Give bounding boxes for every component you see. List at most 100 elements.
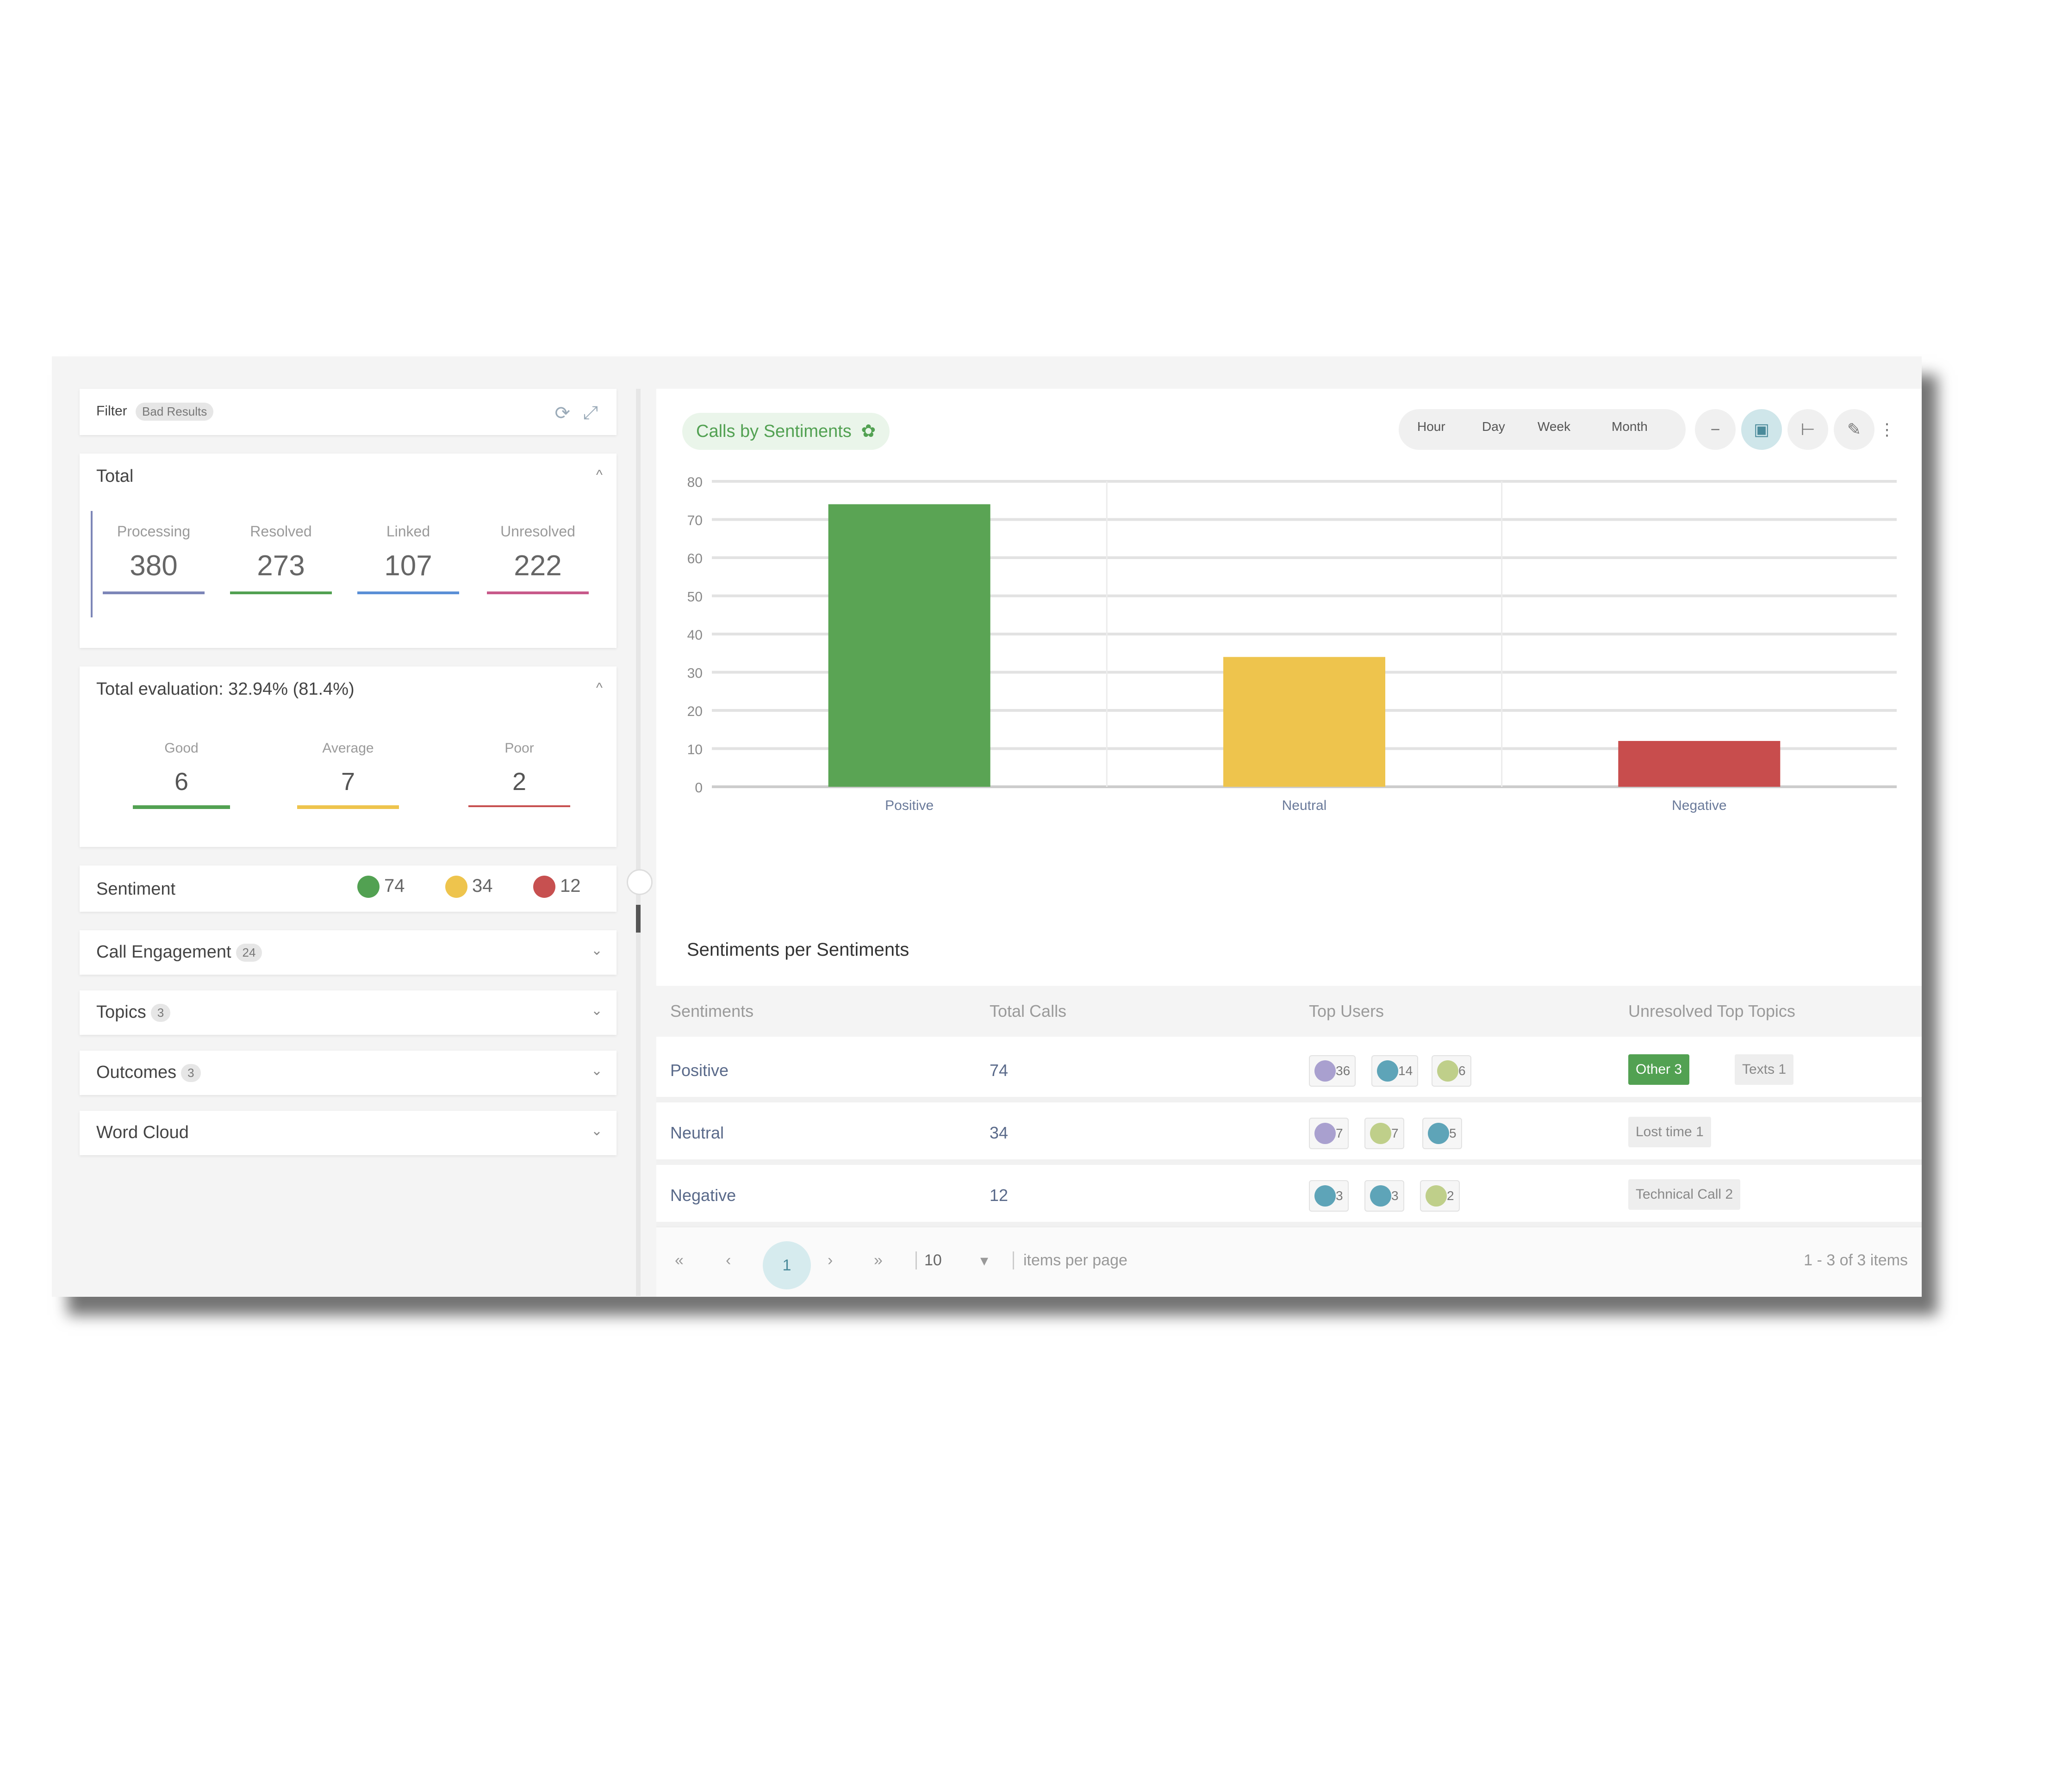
stat-unresolved[interactable]: Unresolved 222 bbox=[487, 523, 589, 594]
column-header[interactable]: Sentiments bbox=[670, 1002, 754, 1021]
user-chip[interactable]: 3 bbox=[1364, 1180, 1404, 1212]
share-icon[interactable]: ⤢ bbox=[583, 403, 598, 423]
refresh-icon[interactable]: ⟳ bbox=[554, 403, 570, 424]
chevron-up-icon[interactable]: ^ bbox=[596, 680, 603, 696]
user-chip[interactable]: 14 bbox=[1371, 1055, 1419, 1087]
topic-chip[interactable]: Technical Call 2 bbox=[1628, 1179, 1741, 1210]
topic-chip[interactable]: Lost time 1 bbox=[1628, 1117, 1711, 1147]
x-tick-label: Neutral bbox=[1282, 798, 1327, 813]
collapsed-card-word-cloud[interactable]: Word Cloud ⌄ bbox=[80, 1111, 616, 1155]
panel-splitter[interactable] bbox=[636, 389, 641, 1296]
week-button[interactable]: Week bbox=[1538, 419, 1570, 434]
sentiment-positive[interactable]: 74 bbox=[357, 876, 405, 898]
bar-neutral[interactable] bbox=[1223, 657, 1385, 787]
edit-icon[interactable]: ✎ bbox=[1834, 409, 1874, 450]
user-chip[interactable]: 5 bbox=[1422, 1118, 1462, 1149]
user-count: 7 bbox=[1336, 1126, 1343, 1140]
user-count: 5 bbox=[1449, 1126, 1457, 1140]
filter-badge[interactable]: Bad Results bbox=[136, 403, 214, 421]
x-tick-label: Positive bbox=[885, 798, 934, 813]
collapsed-card-outcomes[interactable]: Outcomes 3 ⌄ bbox=[80, 1051, 616, 1095]
bar-positive[interactable] bbox=[828, 504, 990, 787]
smile-icon bbox=[357, 876, 380, 898]
eval-value: 2 bbox=[512, 768, 527, 796]
avatar bbox=[1370, 1123, 1391, 1144]
stat-linked[interactable]: Linked 107 bbox=[357, 523, 459, 594]
current-page-button[interactable]: 1 bbox=[763, 1241, 811, 1289]
hour-button[interactable]: Hour bbox=[1417, 419, 1445, 434]
column-header[interactable]: Unresolved Top Topics bbox=[1628, 1002, 1795, 1021]
topic-label: Other bbox=[1636, 1062, 1671, 1077]
user-count: 3 bbox=[1336, 1188, 1343, 1203]
topic-chip[interactable]: Texts 1 bbox=[1735, 1054, 1794, 1085]
evaluation-card: Total evaluation: 32.94% (81.4%) ^ Good … bbox=[80, 666, 616, 847]
cell-total-calls: 12 bbox=[990, 1186, 1009, 1205]
app-window: Filter Bad Results ⟳ ⤢ Total ^ Processin… bbox=[52, 356, 1922, 1297]
chevron-down-icon[interactable]: ⌄ bbox=[591, 942, 603, 958]
chevron-down-icon[interactable]: ⌄ bbox=[591, 1002, 603, 1019]
stat-resolved[interactable]: Resolved 273 bbox=[230, 523, 332, 594]
sentiment-neutral[interactable]: 34 bbox=[445, 876, 493, 898]
page-size-select[interactable]: 10 bbox=[915, 1251, 942, 1269]
stat-underline bbox=[103, 591, 205, 594]
user-chip[interactable]: 7 bbox=[1309, 1118, 1349, 1149]
table-row[interactable]: Neutral 34 7 7 5 Lost time 1 bbox=[656, 1104, 1922, 1165]
bars-icon[interactable]: ⊢ bbox=[1787, 409, 1828, 450]
chevron-down-icon[interactable]: ⌄ bbox=[591, 1063, 603, 1079]
user-count: 2 bbox=[1447, 1188, 1454, 1203]
cell-sentiment[interactable]: Neutral bbox=[670, 1123, 724, 1143]
user-chip[interactable]: 2 bbox=[1420, 1180, 1460, 1212]
left-panel: Filter Bad Results ⟳ ⤢ Total ^ Processin… bbox=[80, 389, 616, 1296]
count-badge: 24 bbox=[236, 944, 262, 962]
chevron-up-icon[interactable]: ^ bbox=[596, 467, 603, 483]
splitter-handle[interactable] bbox=[627, 869, 653, 895]
avatar bbox=[1370, 1185, 1391, 1207]
collapsed-card-engagement[interactable]: Call Engagement 24 ⌄ bbox=[80, 930, 616, 975]
cell-sentiment[interactable]: Negative bbox=[670, 1186, 736, 1205]
cell-sentiment[interactable]: Positive bbox=[670, 1061, 729, 1080]
stat-label: Processing bbox=[117, 523, 191, 540]
user-count: 36 bbox=[1336, 1064, 1351, 1078]
chevron-down-icon[interactable]: ⌄ bbox=[591, 1123, 603, 1139]
eval-value: 7 bbox=[341, 768, 355, 796]
prev-page-icon[interactable]: ‹ bbox=[726, 1251, 731, 1269]
sentiment-card[interactable]: Sentiment 74 34 12 bbox=[80, 865, 616, 912]
stat-processing[interactable]: Processing 380 bbox=[103, 523, 205, 594]
user-chip[interactable]: 7 bbox=[1364, 1118, 1404, 1149]
y-tick-label: 20 bbox=[687, 704, 703, 719]
first-page-icon[interactable]: « bbox=[675, 1251, 684, 1269]
avatar bbox=[1314, 1185, 1336, 1207]
more-icon[interactable]: ⋮ bbox=[1871, 409, 1903, 450]
month-button[interactable]: Month bbox=[1612, 419, 1648, 434]
user-chip[interactable]: 3 bbox=[1309, 1180, 1349, 1212]
stat-label: Unresolved bbox=[500, 523, 575, 540]
day-button[interactable]: Day bbox=[1482, 419, 1505, 434]
stat-underline bbox=[357, 591, 459, 594]
count-badge: 3 bbox=[150, 1004, 171, 1022]
collapsed-title-text: Outcomes bbox=[96, 1063, 177, 1082]
column-header[interactable]: Top Users bbox=[1309, 1002, 1384, 1021]
user-chip[interactable]: 36 bbox=[1309, 1055, 1356, 1087]
total-title: Total bbox=[96, 467, 134, 486]
x-tick-label: Negative bbox=[1672, 798, 1726, 813]
sentiment-negative[interactable]: 12 bbox=[533, 876, 581, 898]
table-icon[interactable]: ▣ bbox=[1741, 409, 1782, 450]
filter-text: Filter bbox=[96, 403, 127, 419]
table-row[interactable]: Positive 74 36 14 6 Other 3 Texts 1 bbox=[656, 1041, 1922, 1102]
bar-negative[interactable] bbox=[1618, 741, 1781, 787]
column-header[interactable]: Total Calls bbox=[990, 1002, 1066, 1021]
table-row[interactable]: Negative 12 3 3 2 Technical Call 2 bbox=[656, 1166, 1922, 1227]
y-tick-label: 40 bbox=[687, 628, 703, 643]
stat-underline bbox=[487, 591, 589, 594]
cell-total-calls: 34 bbox=[990, 1123, 1009, 1142]
next-page-icon[interactable]: › bbox=[828, 1251, 833, 1269]
chevron-down-icon[interactable]: ▾ bbox=[980, 1251, 988, 1270]
topic-chip[interactable]: Other 3 bbox=[1628, 1054, 1690, 1085]
stat-value: 222 bbox=[514, 550, 562, 582]
chart-title-chip[interactable]: Calls by Sentiments ✿ bbox=[682, 413, 890, 450]
last-page-icon[interactable]: » bbox=[874, 1251, 883, 1269]
splitter-grip[interactable] bbox=[636, 905, 641, 933]
collapsed-card-topics[interactable]: Topics 3 ⌄ bbox=[80, 990, 616, 1035]
user-chip[interactable]: 6 bbox=[1432, 1055, 1471, 1087]
minus-icon[interactable]: − bbox=[1695, 409, 1736, 450]
